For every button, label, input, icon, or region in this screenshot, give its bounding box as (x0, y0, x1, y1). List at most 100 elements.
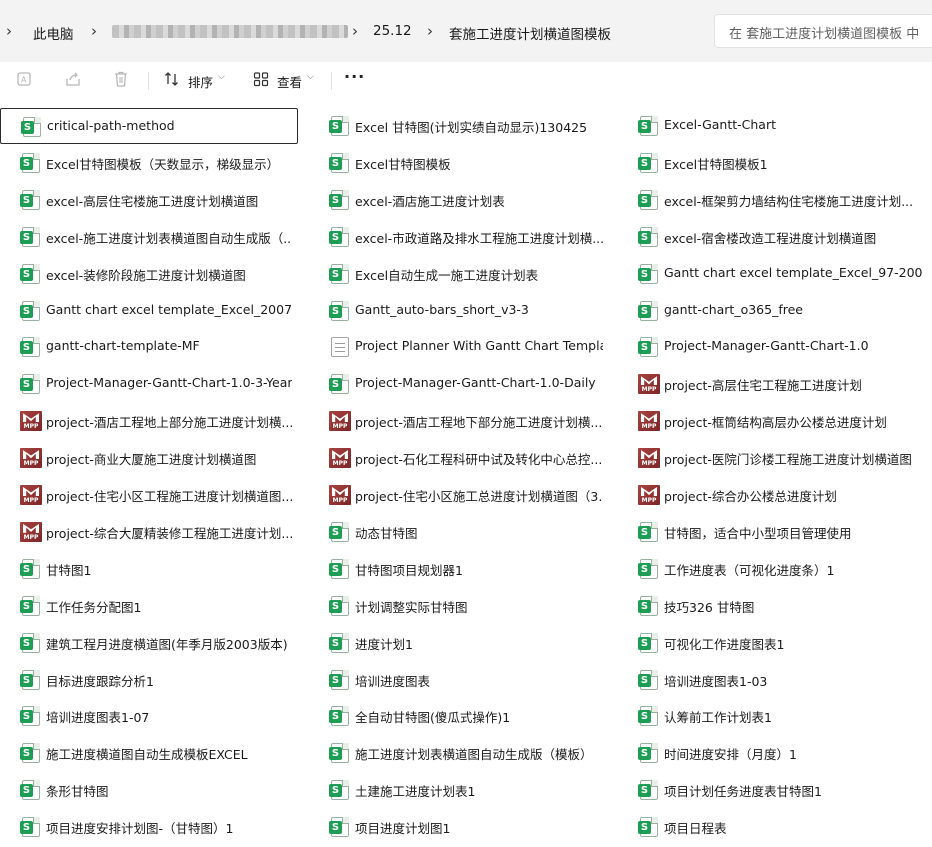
view-icon[interactable] (251, 70, 271, 90)
file-item[interactable]: S Excel自动生成一施工进度计划表 (309, 256, 609, 292)
project-file-icon: MPP (329, 411, 351, 432)
file-item[interactable]: Sexcel-宿舍楼改造工程进度计划横道图 (618, 219, 928, 255)
file-item[interactable]: MPP project-框筒结构高层办公楼总进度计划 (618, 403, 928, 439)
breadcrumb-current-folder[interactable]: 套施工进度计划横道图模板 (449, 23, 611, 43)
file-item[interactable]: MPP project-石化工程科研中试及转化中心总控... (309, 440, 609, 476)
file-item[interactable]: MPP project-综合大厦精装修工程施工进度计划... (0, 514, 298, 550)
file-item[interactable]: S 目标进度跟踪分析1 (0, 662, 298, 698)
file-name: gantt-chart_o365_free (664, 301, 803, 317)
view-button[interactable]: 查看 (277, 72, 302, 91)
file-item[interactable]: S 施工进度计划表横道图自动生成版（模板） (309, 735, 609, 771)
file-item[interactable]: S 认筹前工作计划表1 (618, 698, 928, 734)
spreadsheet-file-icon: S (638, 189, 658, 210)
file-item[interactable]: Scritical-path-method (0, 108, 298, 144)
breadcrumb-folder-25-12[interactable]: 25.12 (373, 23, 412, 39)
file-item[interactable]: Sexcel-高层住宅楼施工进度计划横道图 (0, 182, 298, 218)
file-name: Excel-Gantt-Chart (664, 117, 777, 132)
file-item[interactable]: Sgantt-chart_o365_free (618, 293, 928, 329)
file-item[interactable]: S 动态甘特图 (309, 514, 609, 550)
file-item[interactable]: S 条形甘特图 (0, 772, 298, 808)
spreadsheet-file-icon: S (638, 817, 658, 838)
file-item[interactable]: MPP project-商业大厦施工进度计划横道图 (0, 440, 298, 476)
file-item[interactable]: S 甘特图，适合中小型项目管理使用 (618, 514, 928, 550)
file-item[interactable]: S Gantt chart excel template_Excel_97-200… (618, 256, 928, 292)
file-item[interactable]: S Excel甘特图模板1 (618, 145, 928, 181)
file-name: excel-宿舍楼改造工程进度计划横道图 (664, 230, 877, 246)
spreadsheet-file-icon: S (329, 152, 349, 173)
more-options-button[interactable]: ··· (344, 67, 365, 86)
rename-icon[interactable]: A (15, 70, 35, 90)
file-item[interactable]: Sexcel-施工进度计划表横道图自动生成版（... (0, 219, 298, 255)
file-item[interactable]: MPP project-医院门诊楼工程施工进度计划横道图 (618, 440, 928, 476)
spreadsheet-file-icon: S (638, 669, 658, 690)
breadcrumb-this-pc[interactable]: 此电脑 (33, 23, 74, 43)
file-item[interactable]: S 施工进度横道图自动生成模板EXCEL (0, 735, 298, 771)
file-item[interactable]: S Project-Manager-Gantt-Chart-1.0-3-Year.… (0, 366, 298, 402)
file-item[interactable]: S Gantt chart excel template_Excel_2007-2… (0, 293, 298, 329)
file-item[interactable]: S 可视化工作进度图表1 (618, 625, 928, 661)
file-name: project-综合大厦精装修工程施工进度计划... (46, 525, 292, 541)
file-item[interactable]: S 项目日程表 (618, 809, 928, 845)
file-name: 技巧326 甘特图 (664, 599, 755, 615)
file-item[interactable]: S 土建施工进度计划表1 (309, 772, 609, 808)
file-name: excel-装修阶段施工进度计划横道图 (46, 267, 246, 283)
file-item[interactable]: S 工作任务分配图1 (0, 588, 298, 624)
file-item[interactable]: S Project-Manager-Gantt-Chart-1.0-Daily (309, 366, 609, 402)
file-item[interactable]: S Excel-Gantt-Chart (618, 108, 928, 144)
file-item[interactable]: S Gantt_auto-bars_short_v3-3 (309, 293, 609, 329)
file-item[interactable]: S 培训进度图表 (309, 662, 609, 698)
delete-icon[interactable] (111, 70, 131, 90)
file-item[interactable]: MPP project-酒店工程地上部分施工进度计划横... (0, 403, 298, 439)
spreadsheet-file-icon: S (20, 300, 40, 321)
file-item[interactable]: MPP project-住宅小区施工总进度计划横道图（3... (309, 477, 609, 513)
file-item[interactable]: S 项目计划任务进度表甘特图1 (618, 772, 928, 808)
file-name: 时间进度安排（月度）1 (664, 747, 797, 763)
file-item[interactable]: MPP project-综合办公楼总进度计划 (618, 477, 928, 513)
file-item[interactable]: Sexcel-装修阶段施工进度计划横道图 (0, 256, 298, 292)
file-item[interactable]: S 时间进度安排（月度）1 (618, 735, 928, 771)
chevron-right-icon[interactable]: › (91, 22, 97, 40)
file-item[interactable]: MPP project-酒店工程地下部分施工进度计划横... (309, 403, 609, 439)
share-icon[interactable] (63, 70, 83, 90)
file-name: 土建施工进度计划表1 (355, 784, 476, 800)
spreadsheet-file-icon: S (329, 669, 349, 690)
search-placeholder: 在 套施工进度计划横道图模板 中 (729, 27, 920, 42)
file-item[interactable]: S 项目进度计划图1 (309, 809, 609, 845)
file-item[interactable]: S 甘特图1 (0, 551, 298, 587)
redacted-path (112, 25, 348, 38)
file-item[interactable]: S Excel 甘特图(计划实绩自动显示)130425 (309, 108, 609, 144)
chevron-right-icon[interactable]: › (352, 22, 358, 40)
file-item[interactable]: S 项目进度安排计划图-（甘特图）1 (0, 809, 298, 845)
sort-button[interactable]: 排序 (188, 72, 213, 91)
file-item[interactable]: S 培训进度图表1-03 (618, 662, 928, 698)
file-item[interactable]: S 建筑工程月进度横道图(年季月版2003版本) (0, 625, 298, 661)
chevron-down-icon[interactable]: ⌵ (218, 72, 225, 82)
file-name: project-酒店工程地上部分施工进度计划横... (46, 415, 292, 431)
sort-icon[interactable] (162, 70, 182, 90)
file-name: 可视化工作进度图表1 (664, 636, 785, 652)
file-item[interactable]: S 计划调整实际甘特图 (309, 588, 609, 624)
file-item[interactable]: Sexcel-酒店施工进度计划表 (309, 182, 609, 218)
file-item[interactable]: S 培训进度图表1-07 (0, 698, 298, 734)
file-item[interactable]: S 工作进度表（可视化进度条）1 (618, 551, 928, 587)
file-item[interactable]: Sexcel-市政道路及排水工程施工进度计划横... (309, 219, 609, 255)
chevron-down-icon[interactable]: ⌵ (307, 72, 314, 82)
file-item[interactable]: Sgantt-chart-template-MF (0, 329, 298, 365)
file-item[interactable]: Project Planner With Gantt Chart Templa.… (309, 329, 609, 365)
file-item[interactable]: S Project-Manager-Gantt-Chart-1.0 (618, 329, 928, 365)
file-item[interactable]: S Excel甘特图模板 (309, 145, 609, 181)
search-input[interactable]: 在 套施工进度计划横道图模板 中 (714, 14, 932, 48)
file-item[interactable]: S 全自动甘特图(傻瓜式操作)1 (309, 698, 609, 734)
file-item[interactable]: S 甘特图项目规划器1 (309, 551, 609, 587)
file-item[interactable]: Sexcel-框架剪力墙结构住宅楼施工进度计划... (618, 182, 928, 218)
file-name: 甘特图，适合中小型项目管理使用 (664, 525, 852, 541)
file-name: 工作进度表（可视化进度条）1 (664, 562, 835, 578)
file-item[interactable]: S 进度计划1 (309, 625, 609, 661)
file-name: Excel甘特图模板1 (664, 156, 768, 172)
file-item[interactable]: MPP project-高层住宅工程施工进度计划 (618, 366, 928, 402)
chevron-right-icon[interactable]: › (6, 22, 12, 40)
file-item[interactable]: S 技巧326 甘特图 (618, 588, 928, 624)
file-item[interactable]: S Excel甘特图模板（天数显示，梯级显示） (0, 145, 298, 181)
chevron-right-icon[interactable]: › (427, 22, 433, 40)
file-item[interactable]: MPP project-住宅小区工程施工进度计划横道图... (0, 477, 298, 513)
